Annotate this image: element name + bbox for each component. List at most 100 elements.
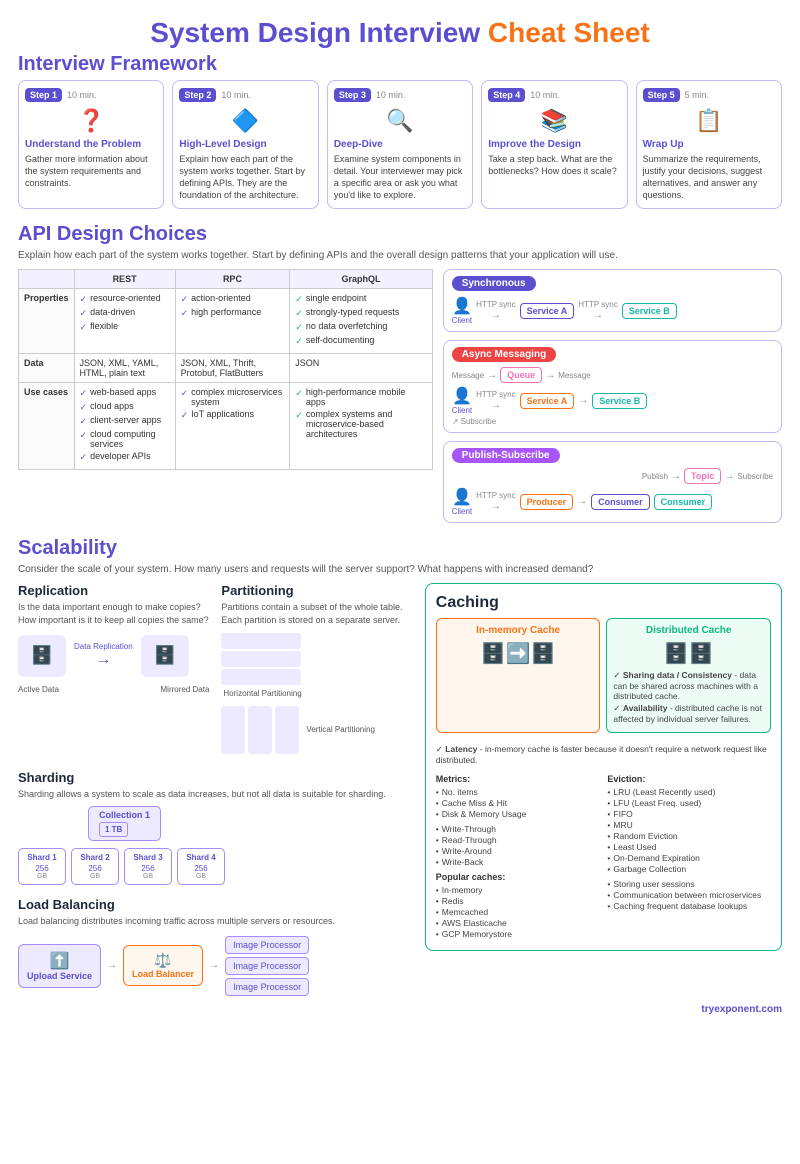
hpart-row2 (221, 651, 412, 667)
api-rpc-usecases: ✓complex microservices system ✓IoT appli… (175, 383, 290, 470)
cache-inmemory: In-memory (436, 885, 600, 895)
pattern-async: Async Messaging Message → Queue → Messag… (443, 340, 782, 433)
shard-3-size: 256 GB (131, 864, 165, 880)
lb-diagram: ⬆️ Upload Service → ⚖️ Load Balancer → I… (18, 936, 413, 996)
caching-title: Caching (436, 594, 771, 612)
shard-4-size: 256 GB (184, 864, 218, 880)
distributed-title: Distributed Cache (613, 625, 764, 636)
async-service-a: Service A (520, 393, 575, 409)
step-5-badge: Step 5 (643, 88, 680, 102)
latency-note: ✓ Latency - in-memory cache is faster be… (436, 741, 771, 768)
step-2-time: 10 min. (221, 90, 251, 100)
lb-arrow1: → (107, 960, 117, 971)
sync-client: 👤 Client (452, 296, 472, 325)
api-section-title: API Design Choices (18, 223, 782, 246)
write-through: Write-Through (436, 824, 600, 834)
bottom-right: Caching In-memory Cache 🗄️➡️🗄️ Distribut… (425, 583, 782, 995)
replication-arrow-icon: → (95, 651, 111, 669)
write-back: Write-Back (436, 857, 600, 867)
step-3-badge: Step 3 (334, 88, 371, 102)
usecase-microservices: Communication between microservices (607, 890, 771, 900)
api-graphql-data: JSON (290, 354, 432, 383)
api-rpc-properties: ✓action-oriented ✓high performance (175, 289, 290, 354)
write-around: Write-Around (436, 846, 600, 856)
sharding-title: Sharding (18, 770, 413, 785)
hpart-block2 (221, 651, 301, 667)
lb-proc-3: Image Processor (225, 978, 309, 996)
cache-right-col: Eviction: LRU (Least Recently used) LFU … (607, 774, 771, 940)
distributed-icon: 🗄️🗄️ (613, 641, 764, 666)
mirrored-db-icon: 🗄️ (141, 635, 189, 677)
eviction-mru: MRU (607, 820, 771, 830)
pubsub-topic: Topic (684, 468, 721, 484)
cache-left-col: Metrics: No. items Cache Miss & Hit Disk… (436, 774, 600, 940)
eviction-gc: Garbage Collection (607, 864, 771, 874)
rep-part-row: Replication Is the data important enough… (18, 583, 413, 759)
api-row-properties: Properties ✓resource-oriented ✓data-driv… (19, 289, 433, 354)
replication-diagram: 🗄️ Data Replication → 🗄️ (18, 635, 209, 677)
lb-desc: Load balancing distributes incoming traf… (18, 915, 413, 928)
framework-steps: Step 1 10 min. ❓ Understand the Problem … (18, 80, 782, 210)
shard-4: Shard 4 256 GB (177, 848, 225, 885)
bottom-left: Replication Is the data important enough… (18, 583, 413, 995)
distributed-bullet-consistency: ✓ Sharing data / Consistency - data can … (613, 670, 764, 701)
step-2-badge: Step 2 (179, 88, 216, 102)
metrics-title: Metrics: (436, 774, 600, 784)
lb-proc-1: Image Processor (225, 936, 309, 954)
api-row-data: Data JSON, XML, YAML, HTML, plain text J… (19, 354, 433, 383)
api-section: REST RPC GraphQL Properties ✓resource-or… (18, 269, 782, 523)
api-label-usecases: Use cases (19, 383, 75, 470)
eviction-fifo: FIFO (607, 809, 771, 819)
lb-label: Load Balancer (132, 969, 194, 979)
pattern-async-title: Async Messaging (452, 347, 556, 362)
lb-icon: ⚖️ (132, 952, 194, 969)
eviction-title: Eviction: (607, 774, 771, 784)
api-label-data: Data (19, 354, 75, 383)
step-4-badge: Step 4 (488, 88, 525, 102)
sync-arrow1: → (491, 310, 501, 321)
shard-diagram: Collection 1 1 TB Shard 1 256 GB Shard (18, 806, 413, 885)
shard-1-size: 256 GB (25, 864, 59, 880)
hpart-row1 (221, 633, 412, 649)
shard-3-name: Shard 3 (131, 853, 165, 862)
active-db-icon: 🗄️ (18, 635, 66, 677)
api-label-properties: Properties (19, 289, 75, 354)
step-3-desc: Examine system components in detail. You… (334, 153, 466, 202)
cache-aws: AWS Elasticache (436, 918, 600, 928)
sync-arrow2: → (593, 310, 603, 321)
caching-section: Caching In-memory Cache 🗄️➡️🗄️ Distribut… (425, 583, 782, 951)
step-1-icon: ❓ (25, 108, 157, 134)
step-4-icon: 📚 (488, 108, 620, 134)
step-3-name: Deep-Dive (334, 139, 466, 150)
api-subtitle: Explain how each part of the system work… (18, 250, 782, 261)
pattern-sync-diagram: 👤 Client HTTP sync → Service A HTTP sync… (452, 296, 773, 325)
shard-1-name: Shard 1 (25, 853, 59, 862)
api-graphql-usecases: ✓high-performance mobile apps ✓complex s… (290, 383, 432, 470)
lb-balancer: ⚖️ Load Balancer (123, 945, 203, 986)
sync-label2: HTTP sync (578, 300, 617, 309)
page-container: System Design Interview Cheat Sheet Inte… (0, 0, 800, 1027)
popular-caches-title: Popular caches: (436, 872, 600, 882)
api-header-rest: REST (74, 270, 175, 289)
async-service-b: Service B (592, 393, 647, 409)
eviction-least: Least Used (607, 842, 771, 852)
api-rest-usecases: ✓web-based apps ✓cloud apps ✓client-serv… (74, 383, 175, 470)
partitioning-block: Partitioning Partitions contain a subset… (221, 583, 412, 759)
lb-proc-2: Image Processor (225, 957, 309, 975)
pubsub-arrow-topic: → (671, 471, 681, 482)
step-5-time: 5 min. (685, 90, 710, 100)
step-4-time: 10 min. (530, 90, 560, 100)
api-header-graphql: GraphQL (290, 270, 432, 289)
replication-arrow: Data Replication → (74, 642, 133, 669)
async-diagram: 👤 Client HTTP sync → Service A → Service… (452, 386, 773, 415)
step-2-desc: Explain how each part of the system work… (179, 153, 311, 202)
popular-caches: Popular caches: In-memory Redis Memcache… (436, 872, 600, 939)
mirrored-label: Mirrored Data (161, 685, 210, 694)
pattern-sync-title: Synchronous (452, 276, 536, 291)
sharding-section: Sharding Sharding allows a system to sca… (18, 770, 413, 886)
pubsub-publish-label: Publish (642, 472, 668, 481)
eviction-lru: LRU (Least Recently used) (607, 787, 771, 797)
cache-bottom: Metrics: No. items Cache Miss & Hit Disk… (436, 774, 771, 940)
pubsub-consumer2: Consumer (654, 494, 713, 510)
api-table: REST RPC GraphQL Properties ✓resource-or… (18, 269, 433, 470)
